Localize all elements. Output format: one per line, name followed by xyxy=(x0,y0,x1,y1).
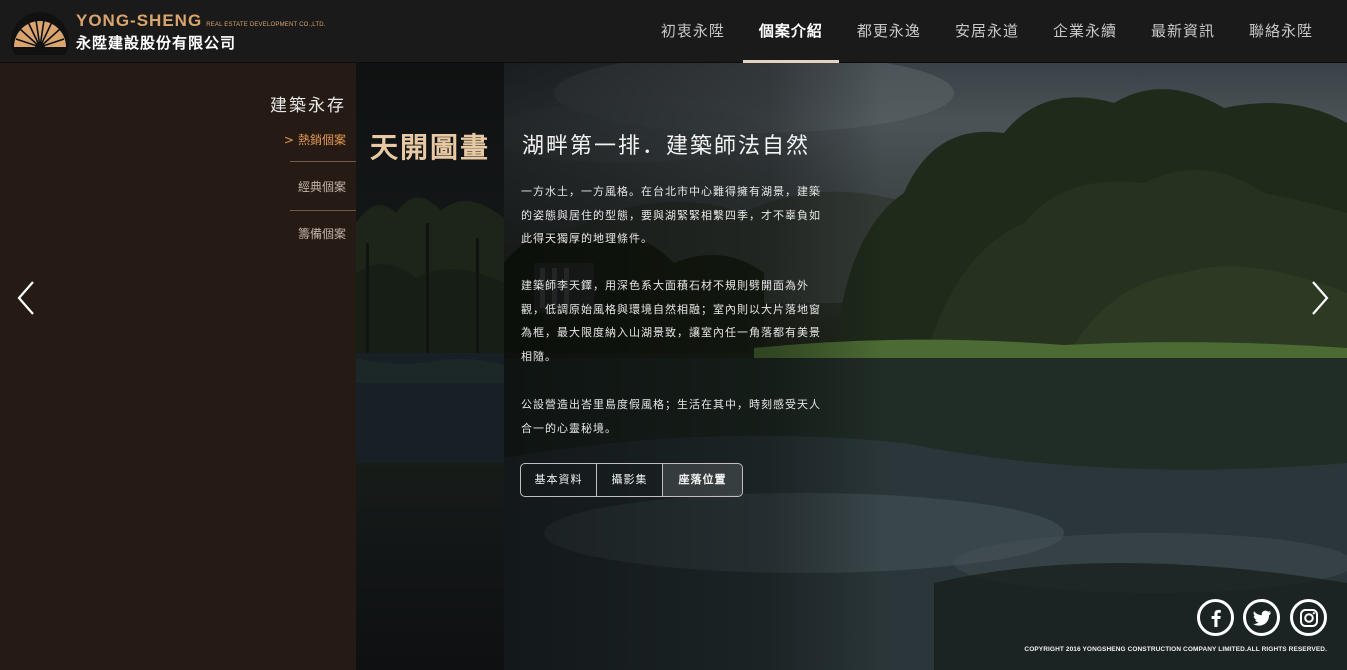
prev-arrow-button[interactable] xyxy=(14,280,38,316)
sidebar-item-upcoming-projects[interactable]: 籌備個案 xyxy=(272,219,356,266)
logo-text: YONG-SHENG REAL ESTATE DEVELOPMENT CO.,L… xyxy=(76,11,326,53)
sidebar-item-label: 籌備個案 xyxy=(297,227,346,241)
nav-item-sustainability[interactable]: 企業永續 xyxy=(1037,0,1133,63)
nav-item-settlement[interactable]: 安居永道 xyxy=(939,0,1035,63)
instagram-icon xyxy=(1299,608,1318,627)
sidebar-item-label: 經典個案 xyxy=(297,180,346,194)
facebook-icon xyxy=(1211,609,1221,627)
nav-item-contact[interactable]: 聯絡永陞 xyxy=(1233,0,1329,63)
project-headline: 湖畔第一排．建築師法自然 xyxy=(522,134,811,159)
logo-english: YONG-SHENG REAL ESTATE DEVELOPMENT CO.,L… xyxy=(76,11,326,31)
tab-basic-info[interactable]: 基本資料 xyxy=(521,464,597,496)
sidebar-menu: > 熱銷個案 經典個案 籌備個案 xyxy=(272,125,356,266)
sidebar-divider xyxy=(290,210,356,211)
site-header: YONG-SHENG REAL ESTATE DEVELOPMENT CO.,L… xyxy=(0,0,1347,63)
nav-item-origin[interactable]: 初衷永陞 xyxy=(645,0,741,63)
twitter-icon xyxy=(1252,610,1271,626)
next-arrow-button[interactable] xyxy=(1308,280,1332,316)
logo-chinese-name: 永陞建設股份有限公司 xyxy=(76,34,237,52)
sidebar-item-label: 熱銷個案 xyxy=(297,133,346,147)
instagram-link[interactable] xyxy=(1290,599,1327,636)
sidebar-item-classic-projects[interactable]: 經典個案 xyxy=(272,172,356,219)
chevron-right-icon xyxy=(1312,281,1329,315)
logo-english-subtitle: REAL ESTATE DEVELOPMENT CO.,LTD. xyxy=(206,22,326,28)
project-info-tabs: 基本資料 攝影集 座落位置 xyxy=(520,463,743,497)
project-description-2: 建築師李天鐸，用深色系大面積石材不規則劈開面為外觀，低調原始風格與環境自然相融；… xyxy=(521,279,821,363)
copyright-notice: COPYRIGHT 2016 YONGSHENG CONSTRUCTION CO… xyxy=(1024,646,1327,653)
tab-gallery[interactable]: 攝影集 xyxy=(597,464,663,496)
project-description-1: 一方水土，一方風格。在台北市中心難得擁有湖景，建築的姿態與居住的型態，要與湖緊緊… xyxy=(521,185,821,245)
tree-silhouette-image xyxy=(356,197,504,463)
company-logo[interactable]: YONG-SHENG REAL ESTATE DEVELOPMENT CO.,L… xyxy=(10,8,326,56)
sidebar-divider xyxy=(290,161,356,162)
project-description-3: 公設營造出峇里島度假風格；生活在其中，時刻感受天人合一的心靈秘境。 xyxy=(521,398,821,435)
sidebar-item-hot-projects[interactable]: > 熱銷個案 xyxy=(272,125,356,172)
nav-item-projects[interactable]: 個案介紹 xyxy=(742,0,839,63)
logo-english-name: YONG-SHENG xyxy=(76,11,203,30)
nav-item-news[interactable]: 最新資訊 xyxy=(1135,0,1231,63)
tab-location[interactable]: 座落位置 xyxy=(663,464,742,496)
sidebar-title: 建築永存 xyxy=(270,96,346,116)
chevron-left-icon xyxy=(17,281,34,315)
facebook-link[interactable] xyxy=(1197,599,1234,636)
project-name: 天開圖畫 xyxy=(370,131,491,164)
twitter-link[interactable] xyxy=(1243,599,1280,636)
active-arrow-icon: > xyxy=(283,133,294,147)
sunburst-logo-icon xyxy=(11,12,69,55)
main-nav: 初衷永陞 個案介紹 都更永逸 安居永道 企業永續 最新資訊 聯絡永陞 xyxy=(643,0,1329,63)
nav-item-urban-renewal[interactable]: 都更永逸 xyxy=(841,0,937,63)
